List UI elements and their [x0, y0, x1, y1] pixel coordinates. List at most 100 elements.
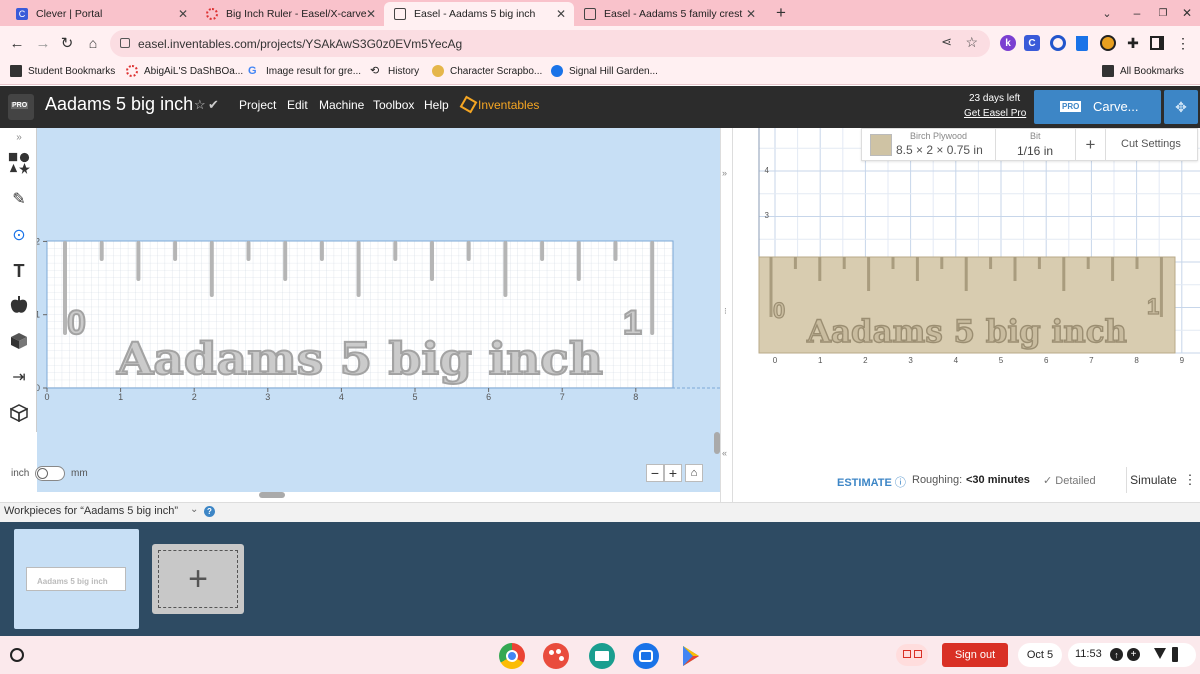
ruler-engraved-text[interactable]: Aadams 5 big inch [115, 333, 604, 386]
home-icon[interactable]: ⌂ [84, 34, 102, 52]
bookmark-star-icon[interactable]: ☆ [965, 34, 978, 51]
status-tray[interactable]: 11:53 ↑ + [1068, 643, 1196, 667]
unit-toggle[interactable] [35, 466, 65, 481]
menu-help[interactable]: Help [424, 98, 449, 112]
3d-cube-icon[interactable] [8, 402, 30, 424]
extension-k-icon[interactable]: k [1000, 35, 1016, 51]
project-title[interactable]: Aadams 5 big inch [45, 94, 193, 115]
back-arrow-icon[interactable]: ← [8, 34, 26, 52]
minimize-window-button[interactable]: – [1128, 4, 1146, 22]
info-circle-icon[interactable]: ⓘ [895, 477, 906, 489]
tab-search-chevron-icon[interactable]: ⌄ [1098, 4, 1116, 22]
tab-big-inch-ruler[interactable]: Big Inch Ruler - Easel/X-carve ✕ [196, 2, 384, 26]
text-tool-icon[interactable]: T [8, 260, 30, 282]
close-tab-icon[interactable]: ✕ [746, 7, 756, 21]
date-display[interactable]: Oct 5 [1018, 643, 1062, 667]
menu-toolbox[interactable]: Toolbox [373, 98, 414, 112]
extension-circle-icon[interactable] [1050, 35, 1066, 51]
close-window-button[interactable]: ✕ [1178, 4, 1196, 22]
bookmark-dashboard[interactable]: AbigAiL'S DaShBOa... [126, 65, 243, 77]
import-arrow-icon[interactable]: ⇥ [8, 366, 30, 388]
browser-menu-icon[interactable]: ⋮ [1176, 34, 1190, 52]
forward-arrow-icon[interactable]: → [34, 34, 52, 52]
apps-tool-icon[interactable] [8, 294, 30, 316]
bookmark-signal-hill[interactable]: Signal Hill Garden... [551, 65, 658, 77]
machine-connect-button[interactable]: ✥ [1164, 90, 1198, 124]
menu-inventables[interactable]: Inventables [478, 98, 539, 112]
close-tab-icon[interactable]: ✕ [366, 7, 376, 21]
pen-tool-icon[interactable]: ✎ [8, 188, 30, 210]
more-options-icon[interactable]: ⋮ [1180, 467, 1200, 493]
new-tab-button[interactable]: + [770, 3, 792, 23]
extensions-puzzle-icon[interactable]: ✚ [1124, 34, 1142, 52]
tab-clever-portal[interactable]: C Clever | Portal ✕ [6, 2, 196, 26]
zoom-out-button[interactable]: − [646, 464, 664, 482]
share-icon[interactable]: ⋖ [941, 34, 952, 50]
estimate-label[interactable]: ESTIMATE ⓘ [837, 474, 906, 490]
design-canvas[interactable]: 0 1 Aadams 5 big inch 0 1 2 3 4 5 6 7 8 0 1 2 inch… [11, 128, 720, 498]
launcher-icon[interactable] [10, 648, 24, 662]
import-box-icon[interactable] [8, 330, 30, 352]
panel-divider[interactable]: » ⁝ « [720, 128, 733, 502]
restore-window-button[interactable]: ❐ [1154, 4, 1172, 22]
palette-app-icon[interactable] [543, 643, 569, 669]
expand-preview-icon[interactable]: » [722, 168, 727, 178]
close-tab-icon[interactable]: ✕ [556, 7, 566, 21]
detailed-estimate[interactable]: ✓ Detailed [1043, 474, 1096, 487]
favorite-star-icon[interactable]: ☆ [194, 97, 206, 113]
camera-app-icon[interactable] [633, 643, 659, 669]
extension-badge-icon[interactable] [1100, 35, 1116, 51]
menu-edit[interactable]: Edit [287, 98, 308, 112]
menu-machine[interactable]: Machine [319, 98, 364, 112]
horizontal-scrollbar[interactable] [259, 492, 285, 498]
tab-easel-family-crest[interactable]: Easel - Aadams 5 family crest ✕ [574, 2, 764, 26]
collapse-preview-icon[interactable]: « [722, 448, 727, 458]
zoom-in-button[interactable]: + [664, 464, 682, 482]
material-selector[interactable]: Birch Plywood 8.5 × 2 × 0.75 in [862, 129, 996, 161]
easel-logo-icon[interactable]: PRO [8, 94, 34, 120]
tab-easel-big-inch[interactable]: Easel - Aadams 5 big inch ✕ [384, 2, 574, 26]
classroom-app-icon[interactable] [589, 643, 615, 669]
divider-handle-icon[interactable]: ⁝ [724, 306, 727, 317]
screen-capture-indicator[interactable] [896, 644, 928, 666]
workpieces-label[interactable]: Workpieces for “Aadams 5 big inch” [4, 505, 178, 517]
add-workpiece-button[interactable]: + [152, 544, 244, 614]
extension-c-icon[interactable]: C [1024, 35, 1040, 51]
shapes-tool-icon[interactable] [8, 152, 30, 174]
y-axis-tick-label: 0 [37, 383, 40, 393]
site-info-icon[interactable] [120, 38, 130, 48]
ruler-one-label[interactable]: 1 [622, 303, 643, 343]
trash-extension-icon[interactable] [1076, 36, 1088, 51]
get-easel-pro-link[interactable]: Get Easel Pro [964, 108, 1026, 119]
zoom-home-icon[interactable]: ⌂ [685, 464, 703, 482]
carve-button[interactable]: PRO Carve... [1034, 90, 1161, 124]
workpieces-chevron-icon[interactable]: ⌄ [190, 504, 198, 515]
close-tab-icon[interactable]: ✕ [178, 7, 188, 21]
bookmark-character-scrapbook[interactable]: Character Scrapbo... [432, 65, 542, 77]
download-status-icon[interactable]: ↑ [1110, 648, 1123, 661]
sign-out-button[interactable]: Sign out [942, 643, 1008, 667]
bookmark-student-bookmarks[interactable]: Student Bookmarks [10, 65, 115, 77]
help-question-icon[interactable]: ? [204, 506, 215, 517]
point-tool-icon[interactable]: ⊙ [8, 224, 30, 246]
preview-canvas-svg[interactable]: 0 1 Aadams 5 big inch 0123456789 34 [733, 128, 1200, 368]
cut-settings-button[interactable]: Cut Settings [1121, 138, 1181, 150]
add-status-icon[interactable]: + [1127, 648, 1140, 661]
ruler-zero-label[interactable]: 0 [66, 303, 87, 343]
collapse-toolbar-icon[interactable]: » [8, 130, 30, 144]
add-bit-button[interactable]: + [1076, 129, 1106, 161]
reload-icon[interactable]: ↻ [58, 34, 76, 52]
design-canvas-svg[interactable]: 0 1 Aadams 5 big inch 0 1 2 3 4 5 6 7 8 0 1 2 [37, 128, 720, 492]
workpiece-thumbnail[interactable]: Aadams 5 big inch [14, 529, 139, 629]
chrome-app-icon[interactable] [499, 643, 525, 669]
menu-project[interactable]: Project [239, 98, 276, 112]
easel-favicon-icon [394, 8, 406, 20]
play-store-app-icon[interactable] [677, 643, 703, 669]
bit-selector[interactable]: Bit 1/16 in [996, 129, 1076, 161]
bookmark-history[interactable]: ⟲ History [370, 65, 419, 77]
url-bar[interactable]: easel.inventables.com/projects/YSAkAwS3G… [110, 30, 990, 57]
side-panel-icon[interactable] [1150, 36, 1164, 50]
all-bookmarks-folder[interactable]: All Bookmarks [1102, 65, 1184, 77]
simulate-button[interactable]: Simulate [1126, 467, 1180, 493]
bookmark-image-result[interactable]: G Image result for gre... [248, 65, 361, 77]
